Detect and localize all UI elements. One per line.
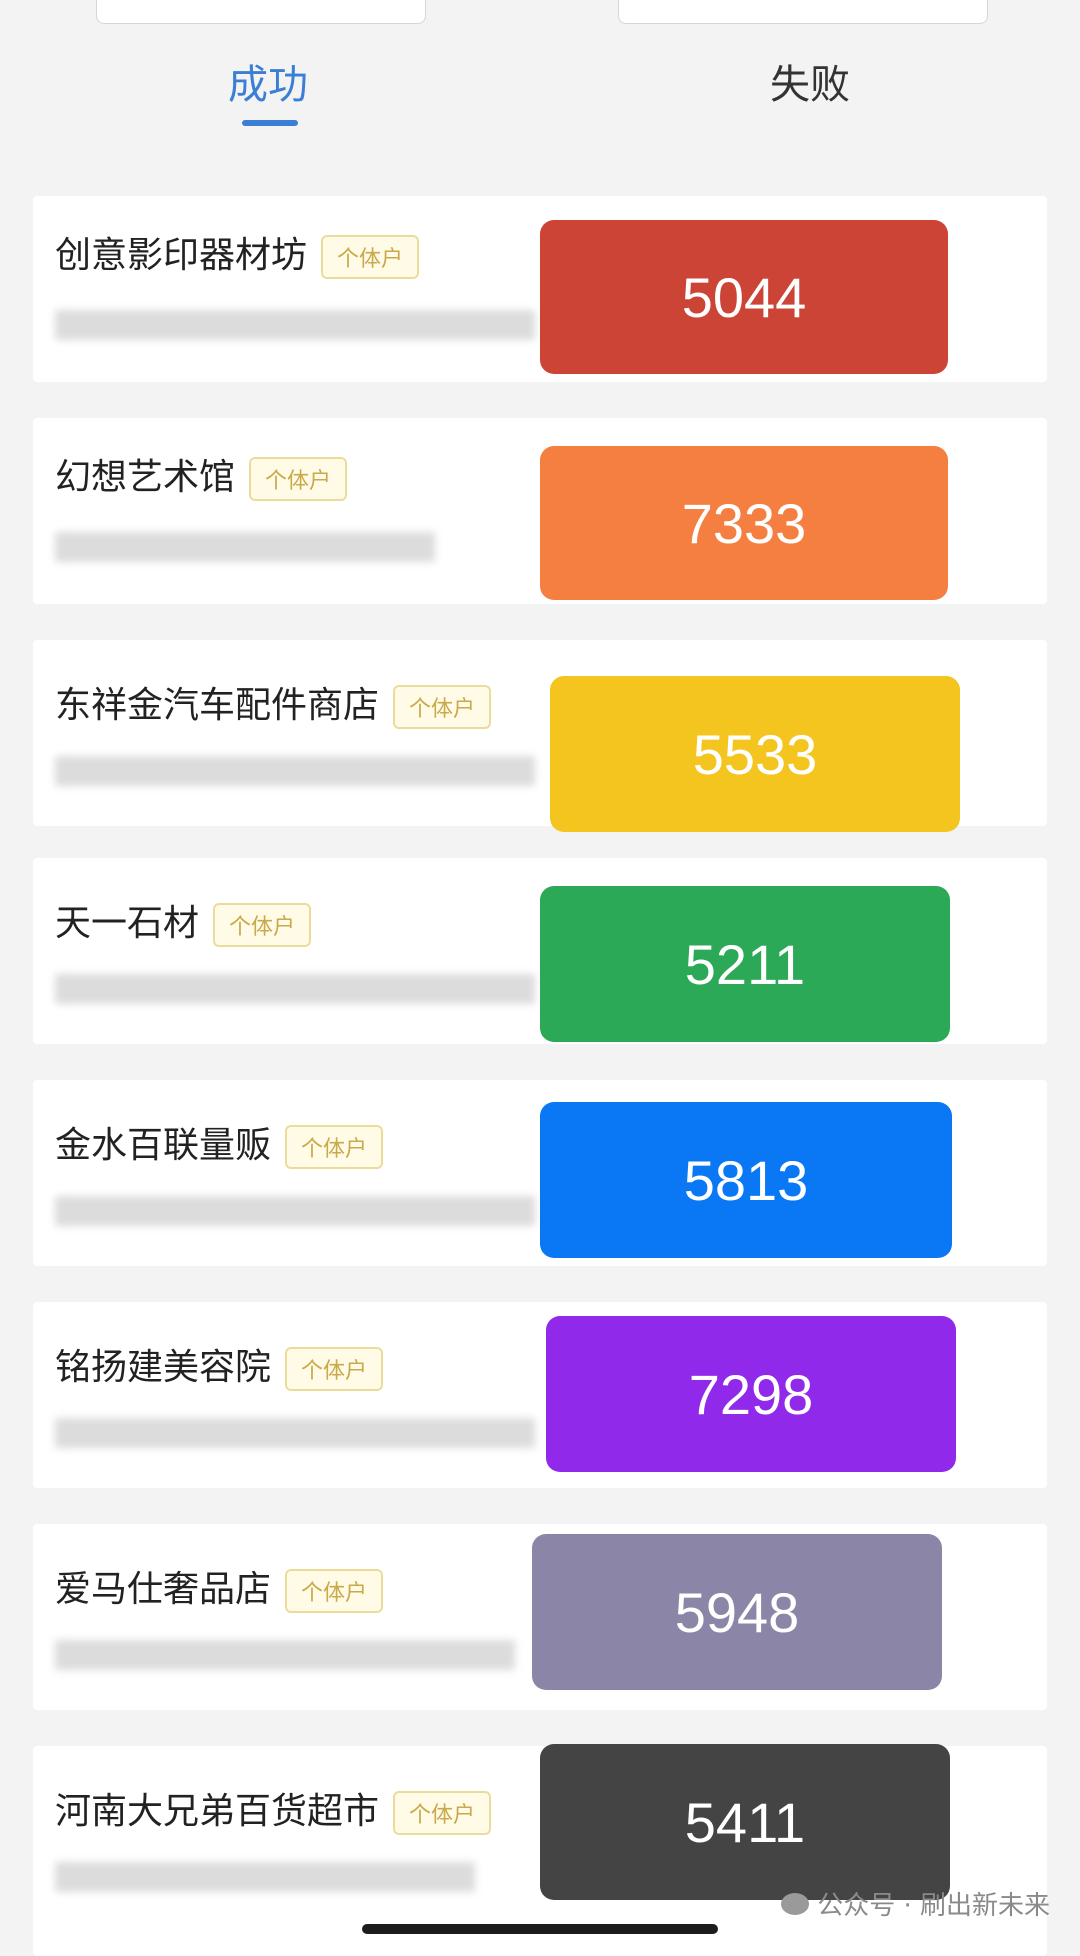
redacted-info xyxy=(55,756,535,786)
shop-name: 金水百联量贩 xyxy=(55,1125,272,1166)
home-indicator xyxy=(362,1924,718,1934)
shop-name-row: 爱马仕奢品店 个体户 xyxy=(55,1560,384,1613)
business-type-badge: 个体户 xyxy=(393,685,492,729)
business-type-badge: 个体户 xyxy=(285,1569,384,1613)
shop-name-row: 金水百联量贩 个体户 xyxy=(55,1116,384,1169)
wechat-icon xyxy=(781,1892,810,1915)
shop-name-row: 天一石材 个体户 xyxy=(55,894,312,947)
shop-name: 幻想艺术馆 xyxy=(55,457,236,498)
shop-name: 河南大兄弟百货超市 xyxy=(55,1791,380,1832)
value-box: 5533 xyxy=(550,676,960,832)
shop-name-row: 东祥金汽车配件商店 个体户 xyxy=(55,676,492,729)
tab-fail[interactable]: 失败 xyxy=(690,52,930,110)
value-box: 5813 xyxy=(540,1102,952,1258)
shop-name-row: 幻想艺术馆 个体户 xyxy=(55,448,348,501)
business-type-badge: 个体户 xyxy=(249,457,348,501)
value-box: 7298 xyxy=(546,1316,956,1472)
shop-name-row: 铭扬建美容院 个体户 xyxy=(55,1338,384,1391)
value-box: 5948 xyxy=(532,1534,942,1690)
business-type-badge: 个体户 xyxy=(393,1791,492,1835)
value-box: 7333 xyxy=(540,446,948,600)
shop-name-row: 创意影印器材坊 个体户 xyxy=(55,226,420,279)
watermark-text: 公众号 · 刷出新未来 xyxy=(817,1891,1050,1921)
redacted-info xyxy=(55,310,535,340)
active-tab-indicator xyxy=(242,120,298,126)
value-box: 5411 xyxy=(540,1744,950,1900)
shop-name-row: 河南大兄弟百货超市 个体户 xyxy=(55,1782,492,1835)
redacted-info xyxy=(55,1862,475,1892)
redacted-info xyxy=(55,1418,535,1448)
business-type-badge: 个体户 xyxy=(321,235,420,279)
shop-name: 爱马仕奢品店 xyxy=(55,1569,272,1610)
tab-success[interactable]: 成功 xyxy=(148,52,388,110)
value-box: 5044 xyxy=(540,220,948,374)
shop-name: 创意影印器材坊 xyxy=(55,235,308,276)
shop-name: 天一石材 xyxy=(55,903,200,944)
business-type-badge: 个体户 xyxy=(213,903,312,947)
shop-name: 铭扬建美容院 xyxy=(55,1347,272,1388)
business-type-badge: 个体户 xyxy=(285,1125,384,1169)
business-type-badge: 个体户 xyxy=(285,1347,384,1391)
redacted-info xyxy=(55,974,535,1004)
value-box: 5211 xyxy=(540,886,950,1042)
redacted-info xyxy=(55,1196,535,1226)
watermark: 公众号 · 刷出新未来 xyxy=(781,1885,1050,1922)
shop-name: 东祥金汽车配件商店 xyxy=(55,685,380,726)
redacted-info xyxy=(55,1640,515,1670)
left-top-field[interactable] xyxy=(96,0,426,24)
right-top-field[interactable] xyxy=(618,0,988,24)
redacted-info xyxy=(55,532,435,562)
